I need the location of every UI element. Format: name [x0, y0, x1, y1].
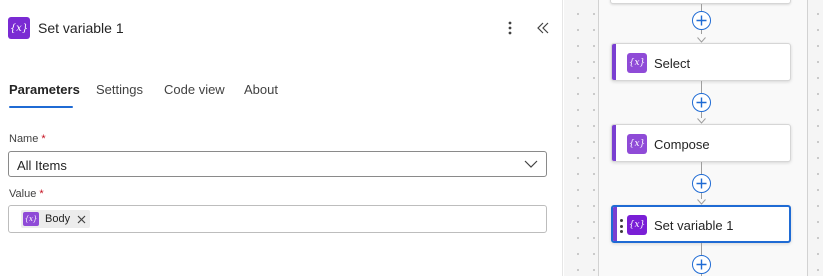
card-accent	[613, 207, 617, 241]
chevron-down-icon	[524, 160, 538, 168]
value-field-label: Value *	[9, 188, 44, 200]
insert-step-button[interactable]	[692, 11, 711, 30]
plus-icon	[696, 15, 707, 26]
active-tab-indicator	[9, 106, 73, 108]
value-label-text: Value	[9, 188, 37, 200]
variable-icon: {x}	[23, 212, 39, 226]
double-chevron-left-icon	[537, 22, 549, 34]
name-dropdown[interactable]: All Items	[8, 151, 547, 177]
drag-handle-icon[interactable]	[620, 219, 624, 233]
more-vertical-icon	[508, 21, 512, 35]
remove-token-button[interactable]	[76, 214, 86, 224]
tab-list: Parameters Settings Code view About	[0, 76, 563, 110]
tab-about[interactable]: About	[244, 82, 278, 97]
action-card-select[interactable]: {x} Select	[611, 43, 791, 81]
panel-title: Set variable 1	[38, 20, 124, 36]
plus-icon	[696, 259, 707, 270]
plus-icon	[696, 97, 707, 108]
card-label: Set variable 1	[654, 218, 734, 233]
required-indicator: *	[41, 133, 46, 145]
action-card-compose[interactable]: {x} Compose	[611, 124, 791, 162]
tab-settings[interactable]: Settings	[96, 82, 143, 97]
close-icon	[77, 215, 86, 223]
name-field-label: Name *	[9, 133, 46, 145]
collapse-panel-button[interactable]	[533, 17, 553, 39]
insert-step-button[interactable]	[692, 174, 711, 193]
action-details-panel: {x} Set variable 1 Parameters Settings C…	[0, 0, 563, 276]
designer-canvas[interactable]: {x} Select {x} Compose {x} Set variable …	[564, 0, 823, 276]
name-dropdown-value: All Items	[17, 158, 67, 173]
panel-header: {x} Set variable 1	[0, 0, 563, 58]
card-accent	[612, 44, 616, 80]
action-card-set-variable[interactable]: {x} Set variable 1	[611, 205, 791, 243]
token-label: Body	[45, 213, 71, 225]
more-options-button[interactable]	[502, 17, 518, 39]
card-accent	[612, 125, 616, 161]
tab-code-view[interactable]: Code view	[164, 82, 225, 97]
variable-icon: {x}	[627, 53, 647, 73]
variable-icon: {x}	[8, 17, 30, 39]
card-label: Select	[654, 56, 691, 71]
variable-icon: {x}	[627, 134, 647, 154]
name-label-text: Name	[9, 133, 39, 145]
insert-step-button[interactable]	[692, 255, 711, 274]
variable-icon: {x}	[627, 215, 647, 235]
value-token-input[interactable]: {x} Body	[8, 205, 547, 233]
insert-step-button[interactable]	[692, 93, 711, 112]
body-token[interactable]: {x} Body	[21, 210, 91, 228]
card-label: Compose	[654, 137, 710, 152]
tab-parameters[interactable]: Parameters	[9, 82, 80, 97]
required-indicator: *	[39, 188, 44, 200]
plus-icon	[696, 178, 707, 189]
